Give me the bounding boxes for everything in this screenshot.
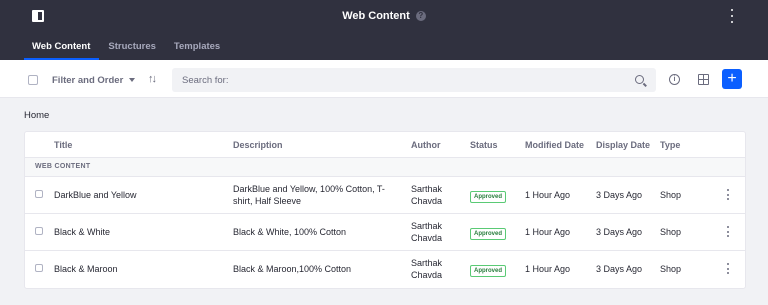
status-badge: Approved (470, 191, 507, 203)
table-row[interactable]: Black & White Black & White, 100% Cotton… (25, 214, 745, 251)
tab-bar: Web Content Structures Templates (0, 32, 768, 60)
row-type: Shop (660, 227, 682, 237)
content-table: Title Description Author Status Modified… (24, 131, 746, 289)
page-title-group: Web Content ? (0, 0, 768, 32)
row-author: Sarthak Chavda (411, 184, 443, 206)
row-checkbox[interactable] (35, 190, 43, 198)
search-input[interactable] (182, 68, 622, 92)
table-row[interactable]: DarkBlue and Yellow DarkBlue and Yellow,… (25, 177, 745, 214)
row-title[interactable]: DarkBlue and Yellow (54, 189, 137, 201)
row-title[interactable]: Black & Maroon (54, 263, 118, 275)
row-modified-date: 1 Hour Ago (525, 264, 571, 274)
column-header-display-date: Display Date (596, 140, 651, 150)
status-badge: Approved (470, 228, 507, 240)
options-kebab-icon[interactable] (730, 9, 734, 23)
column-header-description: Description (233, 140, 283, 150)
column-header-author: Author (411, 140, 441, 150)
row-checkbox[interactable] (35, 264, 43, 272)
add-button[interactable]: + (722, 69, 742, 89)
caret-down-icon (129, 78, 136, 82)
row-description: Black & Maroon,100% Cotton (233, 264, 352, 274)
column-header-type: Type (660, 140, 681, 150)
row-actions-kebab-icon[interactable] (726, 263, 729, 274)
top-header: Web Content ? (0, 0, 768, 32)
tab-web-content[interactable]: Web Content (24, 32, 100, 60)
search-bar (172, 68, 656, 92)
sort-order-icon[interactable]: ↑↓ (148, 73, 157, 85)
table-row[interactable]: Black & Maroon Black & Maroon,100% Cotto… (25, 251, 745, 288)
select-all-checkbox[interactable] (28, 75, 38, 85)
row-description: DarkBlue and Yellow, 100% Cotton, T-shir… (233, 184, 385, 206)
row-actions-kebab-icon[interactable] (726, 226, 729, 237)
row-actions-kebab-icon[interactable] (726, 189, 729, 200)
filter-label: Filter and Order (52, 74, 124, 86)
row-display-date: 3 Days Ago (596, 264, 643, 274)
row-display-date: 3 Days Ago (596, 227, 643, 237)
row-checkbox[interactable] (35, 227, 43, 235)
management-toolbar: Filter and Order ↑↓ i + (0, 60, 768, 98)
filter-and-order-dropdown[interactable]: Filter and Order (52, 72, 136, 88)
help-icon[interactable]: ? (415, 11, 426, 21)
column-header-status: Status (470, 140, 498, 150)
info-icon[interactable]: i (669, 74, 680, 85)
table-header: Title Description Author Status Modified… (25, 132, 745, 158)
page-title: Web Content (342, 10, 410, 22)
column-header-modified-date: Modified Date (525, 140, 585, 150)
group-label: WEB CONTENT (35, 163, 91, 170)
row-author: Sarthak Chavda (411, 221, 443, 243)
row-description: Black & White, 100% Cotton (233, 227, 347, 237)
row-display-date: 3 Days Ago (596, 190, 643, 200)
tab-templates[interactable]: Templates (165, 32, 229, 60)
display-style-icon[interactable] (698, 74, 709, 85)
status-badge: Approved (470, 265, 507, 277)
row-type: Shop (660, 190, 682, 200)
row-title[interactable]: Black & White (54, 226, 110, 238)
row-modified-date: 1 Hour Ago (525, 227, 571, 237)
search-icon[interactable] (635, 75, 644, 84)
tab-structures[interactable]: Structures (99, 32, 165, 60)
group-header: WEB CONTENT (25, 158, 745, 177)
row-author: Sarthak Chavda (411, 258, 443, 280)
column-header-title: Title (54, 140, 73, 150)
breadcrumb[interactable]: Home (24, 110, 49, 121)
row-modified-date: 1 Hour Ago (525, 190, 571, 200)
row-type: Shop (660, 264, 682, 274)
